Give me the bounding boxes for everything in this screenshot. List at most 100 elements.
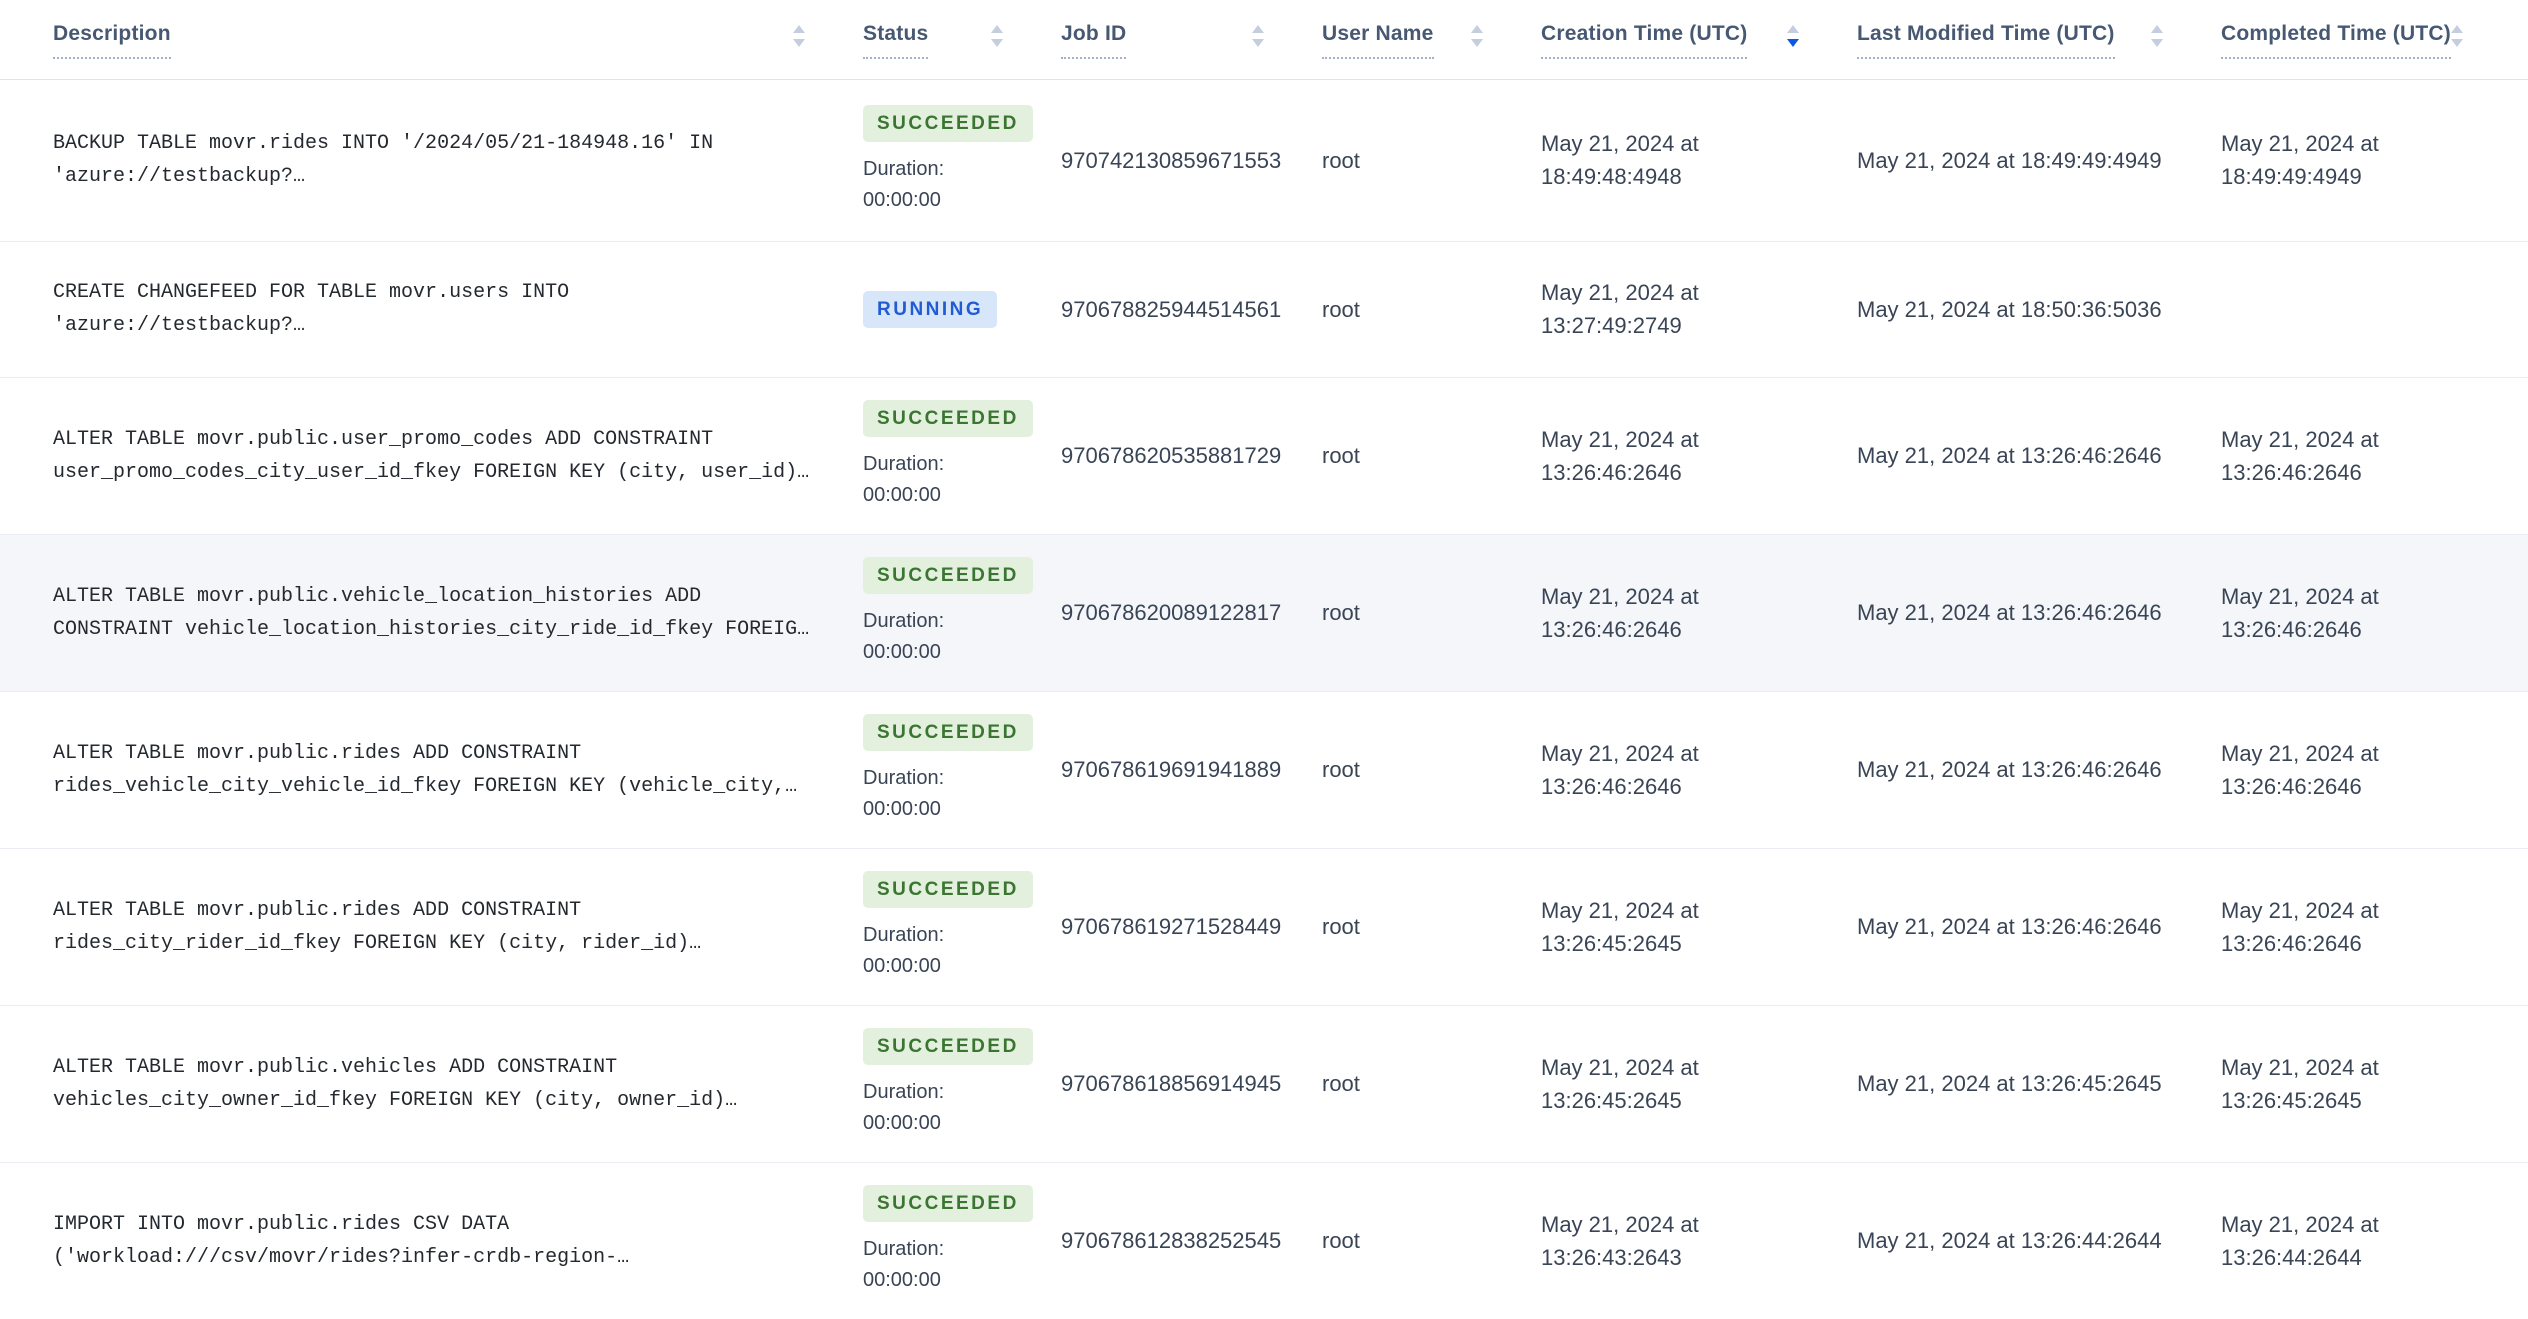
duration-label: Duration: xyxy=(863,1238,945,1261)
column-label-description: Description xyxy=(53,22,171,59)
status-badge: SUCCEEDED xyxy=(863,104,1033,142)
creation-time: May 21, 2024 at 13:26:45:2645 xyxy=(1541,897,1699,956)
column-label-creation-time: Creation Time (UTC) xyxy=(1541,22,1748,59)
last-modified-time: May 21, 2024 at 13:26:46:2646 xyxy=(1857,600,2162,625)
creation-time: May 21, 2024 at 13:26:46:2646 xyxy=(1541,583,1699,642)
duration-label: Duration: xyxy=(863,610,945,632)
sort-icon xyxy=(991,25,1003,47)
creation-time: May 21, 2024 at 18:49:48:4948 xyxy=(1541,131,1699,189)
completed-time: May 21, 2024 at 13:26:46:2646 xyxy=(2221,583,2379,642)
last-modified-time: May 21, 2024 at 13:26:46:2646 xyxy=(1857,443,2162,468)
last-modified-time: May 21, 2024 at 13:26:46:2646 xyxy=(1857,914,2162,939)
completed-time: May 21, 2024 at 13:26:45:2645 xyxy=(2221,1054,2379,1113)
user-name: root xyxy=(1322,757,1360,782)
column-header-user-name[interactable]: User Name xyxy=(1289,0,1508,80)
column-header-description[interactable]: Description xyxy=(0,0,830,80)
table-body: BACKUP TABLE movr.rides INTO '/2024/05/2… xyxy=(0,78,2528,1319)
status-badge: SUCCEEDED xyxy=(863,400,1033,437)
table-row: IMPORT INTO movr.public.rides CSV DATA (… xyxy=(0,1161,2528,1319)
user-name: root xyxy=(1322,914,1360,939)
job-description-link[interactable]: ALTER TABLE movr.public.vehicles ADD CON… xyxy=(53,1051,810,1117)
duration-value: 00:00:00 xyxy=(863,955,941,977)
completed-time: May 21, 2024 at 13:26:46:2646 xyxy=(2221,740,2379,799)
status-badge: SUCCEEDED xyxy=(863,871,1033,908)
job-description-link[interactable]: ALTER TABLE movr.public.rides ADD CONSTR… xyxy=(53,894,810,960)
user-name: root xyxy=(1322,1228,1360,1254)
user-name: root xyxy=(1322,1071,1360,1096)
sort-icon-active-desc xyxy=(1787,25,1799,47)
status-badge: SUCCEEDED xyxy=(863,714,1033,751)
creation-time: May 21, 2024 at 13:26:43:2643 xyxy=(1541,1211,1699,1270)
sort-icon xyxy=(1252,25,1264,47)
column-header-status[interactable]: Status xyxy=(830,0,1028,80)
job-description-link[interactable]: BACKUP TABLE movr.rides INTO '/2024/05/2… xyxy=(53,127,810,193)
duration-label: Duration: xyxy=(863,1081,945,1103)
duration-label: Duration: xyxy=(863,924,945,946)
creation-time: May 21, 2024 at 13:26:46:2646 xyxy=(1541,426,1699,485)
column-label-user-name: User Name xyxy=(1322,22,1434,59)
duration-value: 00:00:00 xyxy=(863,484,941,506)
status-badge: SUCCEEDED xyxy=(863,1028,1033,1065)
job-id: 970678620535881729 xyxy=(1061,443,1282,468)
user-name: root xyxy=(1322,600,1360,625)
sort-icon xyxy=(1471,25,1483,47)
column-header-creation-time[interactable]: Creation Time (UTC) xyxy=(1508,0,1824,80)
job-id: 970678619271528449 xyxy=(1061,914,1282,939)
duration-value: 00:00:00 xyxy=(863,641,941,663)
table-row: ALTER TABLE movr.public.vehicles ADD CON… xyxy=(0,1004,2528,1162)
job-id: 970678618856914945 xyxy=(1061,1071,1282,1096)
job-id: 970678612838252545 xyxy=(1061,1228,1282,1254)
column-header-last-modified-time[interactable]: Last Modified Time (UTC) xyxy=(1824,0,2188,80)
sort-icon xyxy=(793,25,805,47)
last-modified-time: May 21, 2024 at 13:26:46:2646 xyxy=(1857,757,2162,782)
job-description-link[interactable]: CREATE CHANGEFEED FOR TABLE movr.users I… xyxy=(53,276,810,342)
table-row: ALTER TABLE movr.public.rides ADD CONSTR… xyxy=(0,847,2528,1005)
column-label-status: Status xyxy=(863,22,929,59)
duration-label: Duration: xyxy=(863,157,945,180)
last-modified-time: May 21, 2024 at 13:26:45:2645 xyxy=(1857,1071,2162,1096)
column-label-completed-time: Completed Time (UTC) xyxy=(2221,22,2451,59)
duration-label: Duration: xyxy=(863,767,945,789)
sort-icon xyxy=(2450,25,2463,47)
table-row: ALTER TABLE movr.public.rides ADD CONSTR… xyxy=(0,690,2528,848)
duration-value: 00:00:00 xyxy=(863,1112,941,1134)
job-description-link[interactable]: ALTER TABLE movr.public.rides ADD CONSTR… xyxy=(53,737,810,803)
last-modified-time: May 21, 2024 at 18:50:36:5036 xyxy=(1857,296,2162,322)
sort-icon xyxy=(2151,25,2163,47)
last-modified-time: May 21, 2024 at 13:26:44:2644 xyxy=(1857,1228,2162,1254)
column-label-last-modified-time: Last Modified Time (UTC) xyxy=(1857,22,2115,59)
table-header: Description Status Job ID User Name Crea… xyxy=(0,0,2528,80)
job-description-link[interactable]: ALTER TABLE movr.public.vehicle_location… xyxy=(53,580,810,646)
column-label-job-id: Job ID xyxy=(1061,22,1127,59)
completed-time: May 21, 2024 at 13:26:44:2644 xyxy=(2221,1211,2379,1270)
status-badge: SUCCEEDED xyxy=(863,557,1033,594)
jobs-table: Description Status Job ID User Name Crea… xyxy=(0,0,2528,1319)
completed-time: May 21, 2024 at 13:26:46:2646 xyxy=(2221,897,2379,956)
creation-time: May 21, 2024 at 13:26:46:2646 xyxy=(1541,740,1699,799)
job-description-link[interactable]: ALTER TABLE movr.public.user_promo_codes… xyxy=(53,423,810,489)
job-id: 970742130859671553 xyxy=(1061,147,1282,173)
table-row: ALTER TABLE movr.public.vehicle_location… xyxy=(0,533,2528,691)
table-row: ALTER TABLE movr.public.user_promo_codes… xyxy=(0,376,2528,534)
creation-time: May 21, 2024 at 13:26:45:2645 xyxy=(1541,1054,1699,1113)
creation-time: May 21, 2024 at 13:27:49:2749 xyxy=(1541,280,1699,338)
job-id: 970678825944514561 xyxy=(1061,296,1282,322)
table-row: BACKUP TABLE movr.rides INTO '/2024/05/2… xyxy=(0,78,2528,241)
completed-time: May 21, 2024 at 18:49:49:4949 xyxy=(2221,131,2379,189)
status-badge: SUCCEEDED xyxy=(863,1185,1033,1223)
user-name: root xyxy=(1322,296,1360,322)
duration-label: Duration: xyxy=(863,453,945,475)
table-row: CREATE CHANGEFEED FOR TABLE movr.users I… xyxy=(0,240,2528,377)
duration-value: 00:00:00 xyxy=(863,188,941,211)
job-description-link[interactable]: IMPORT INTO movr.public.rides CSV DATA (… xyxy=(53,1208,810,1274)
completed-time: May 21, 2024 at 13:26:46:2646 xyxy=(2221,426,2379,485)
last-modified-time: May 21, 2024 at 18:49:49:4949 xyxy=(1857,147,2162,173)
status-badge: RUNNING xyxy=(863,290,998,328)
user-name: root xyxy=(1322,147,1360,173)
duration-value: 00:00:00 xyxy=(863,798,941,820)
column-header-completed-time[interactable]: Completed Time (UTC) xyxy=(2188,0,2463,80)
job-id: 970678619691941889 xyxy=(1061,757,1282,782)
column-header-job-id[interactable]: Job ID xyxy=(1028,0,1289,80)
user-name: root xyxy=(1322,443,1360,468)
job-id: 970678620089122817 xyxy=(1061,600,1282,625)
